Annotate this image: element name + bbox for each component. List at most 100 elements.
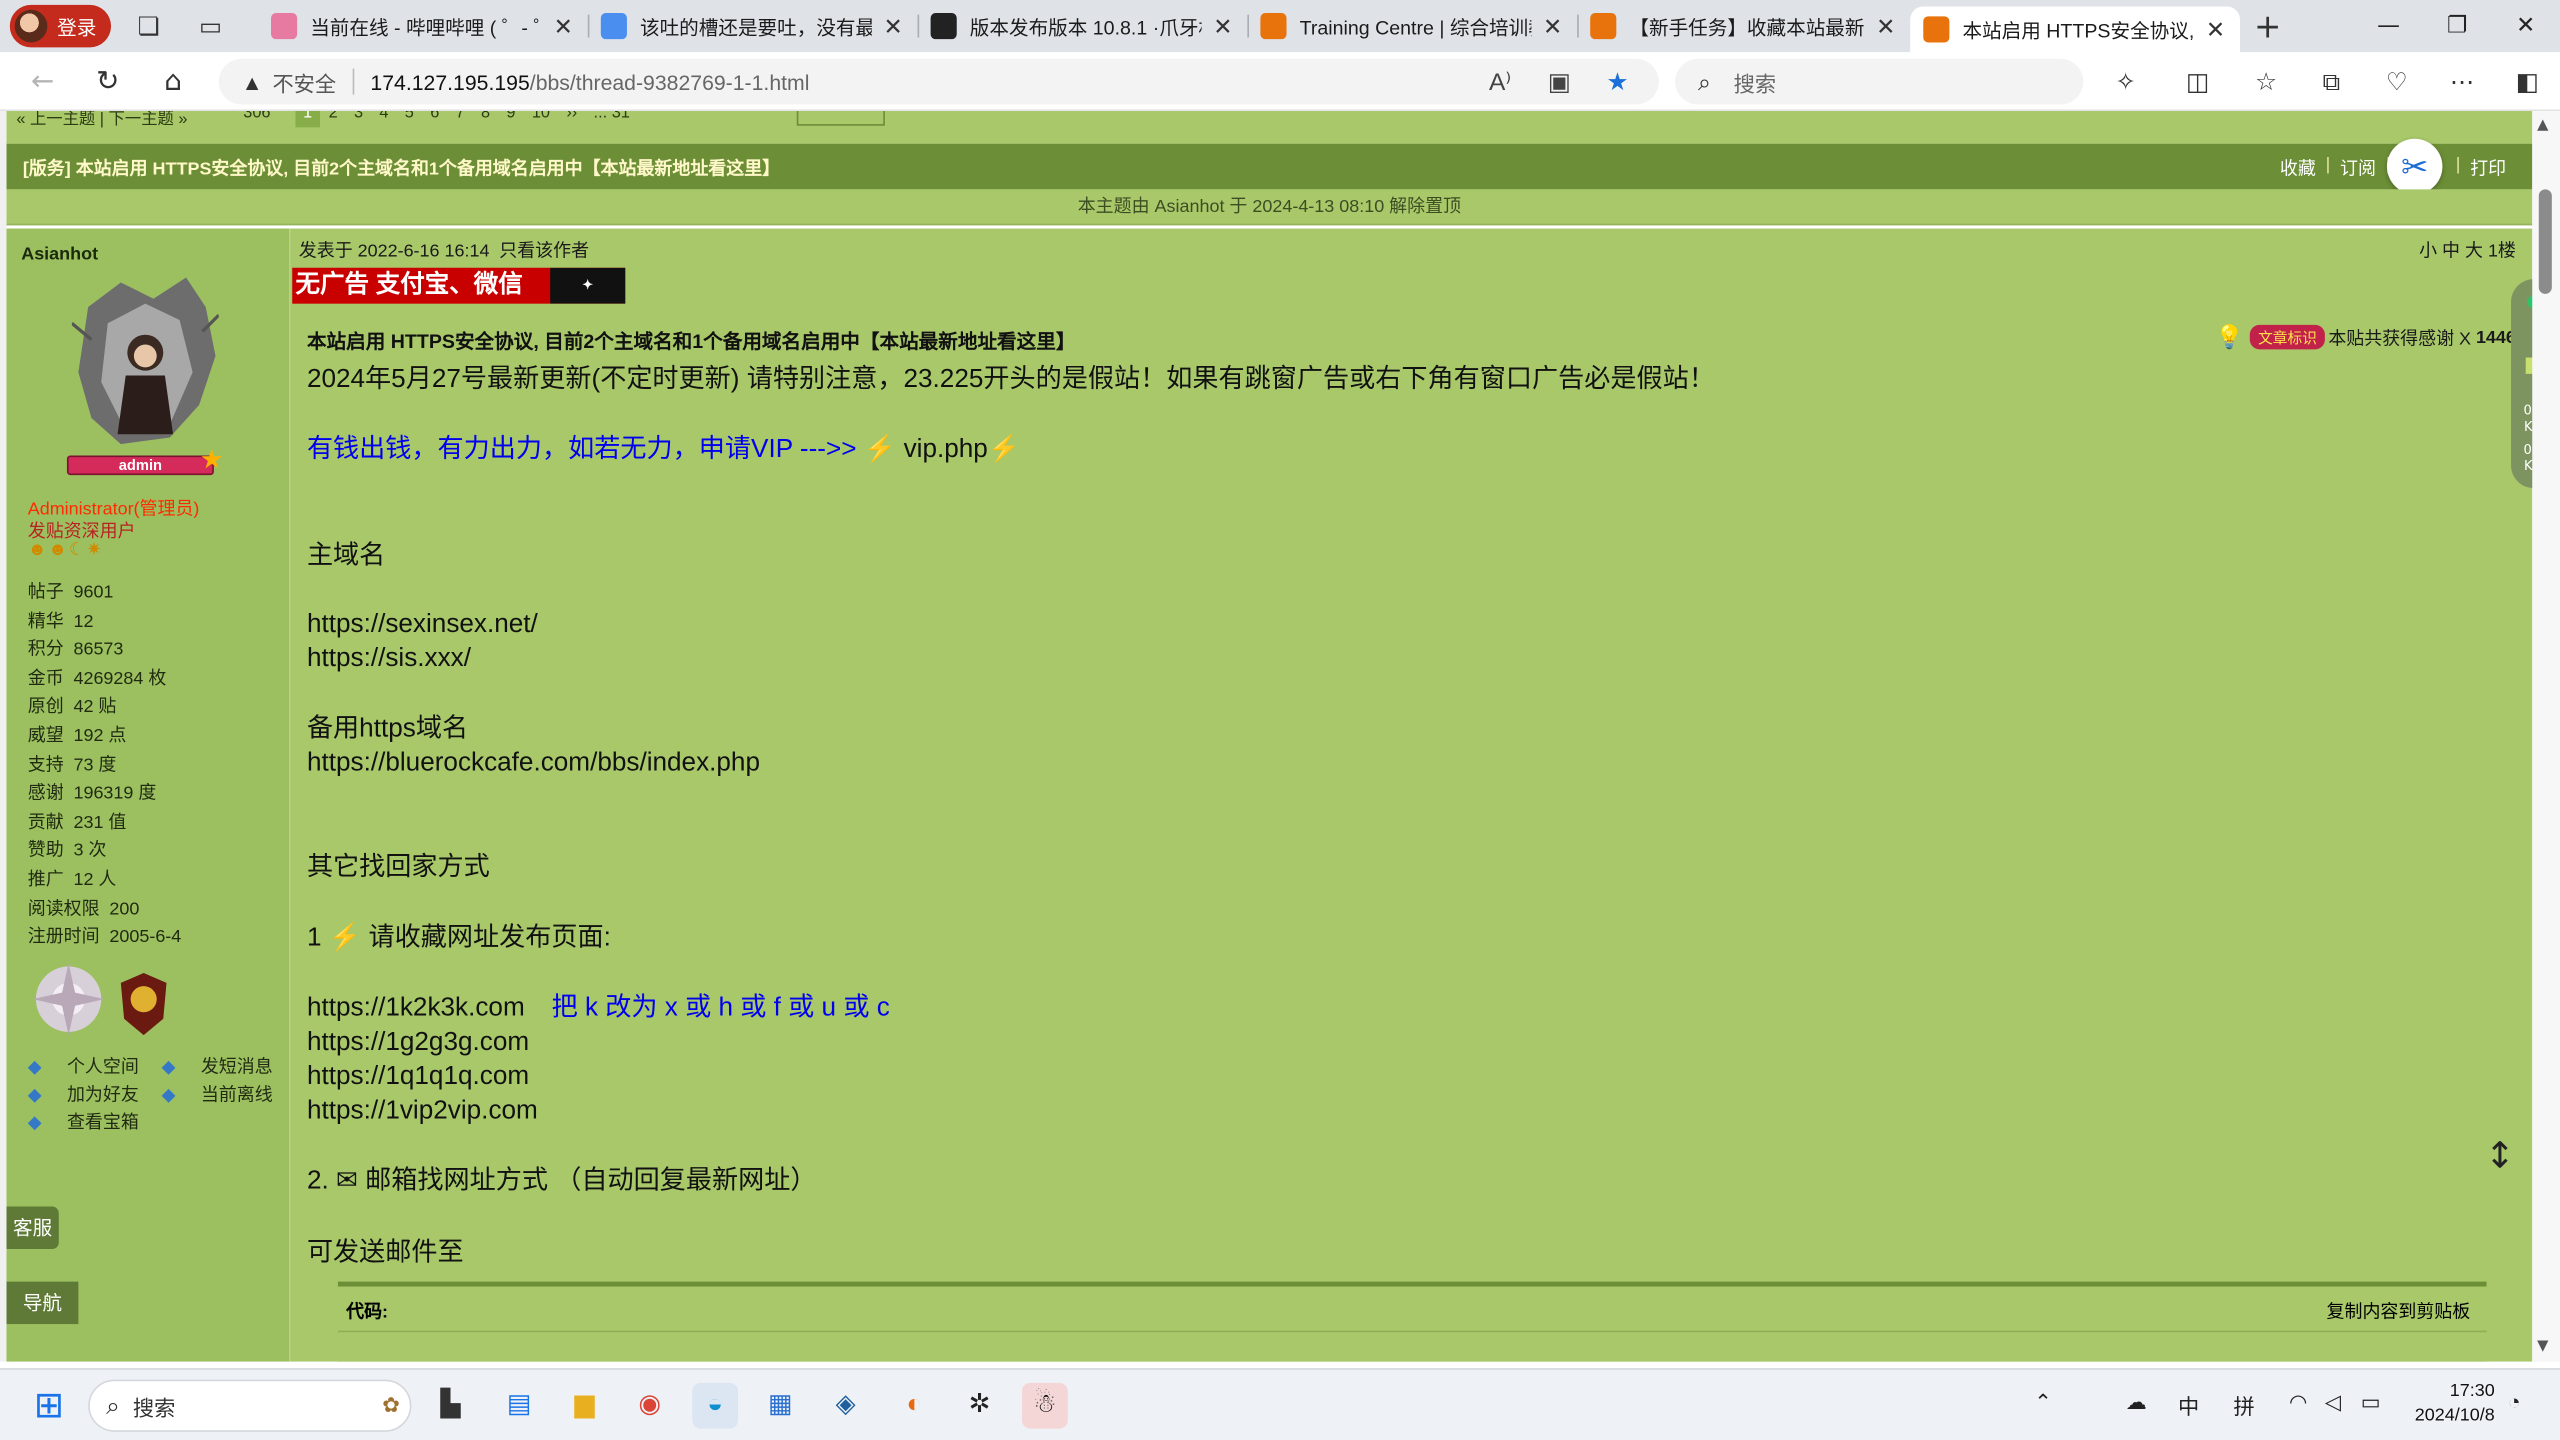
- scrollbar-thumb[interactable]: [2538, 189, 2552, 294]
- prev-next-thread-links[interactable]: « 上一主题 | 下一主题 »: [16, 111, 187, 129]
- refresh-button[interactable]: ↻: [91, 65, 124, 98]
- edge-icon[interactable]: ◒: [692, 1382, 738, 1429]
- warning-icon[interactable]: ▲: [242, 69, 263, 93]
- chrome-icon[interactable]: ◉: [627, 1383, 673, 1429]
- ad-banner[interactable]: 无广告 支付宝、微信 ✦: [292, 267, 626, 304]
- split-screen-icon[interactable]: ◫: [2181, 65, 2214, 98]
- ime-mode[interactable]: 中: [2178, 1389, 2199, 1420]
- release-page-4[interactable]: https://1vip2vip.com: [307, 1094, 538, 1128]
- page-link[interactable]: 10: [524, 111, 558, 127]
- profile-button[interactable]: 登录: [9, 4, 112, 48]
- scroll-down-arrow-icon[interactable]: ▼: [2537, 1339, 2548, 1355]
- favorite-star-icon[interactable]: ★: [1607, 67, 1629, 97]
- extensions-icon[interactable]: ✧: [2109, 65, 2142, 98]
- customer-service-button[interactable]: 客服: [6, 1206, 59, 1249]
- release-page-3[interactable]: https://1q1q1q.com: [307, 1060, 529, 1094]
- author-name[interactable]: Asianhot: [21, 245, 98, 265]
- release-page-1[interactable]: https://1k2k3k.com: [307, 994, 525, 1022]
- browser-tab[interactable]: 本站启用 HTTPS安全协议, 目前 ✕: [1910, 6, 2240, 53]
- browser-essentials-icon[interactable]: ♡: [2380, 65, 2413, 98]
- browser-tab[interactable]: 该吐的槽还是要吐，没有最烂 ✕: [588, 3, 920, 49]
- close-window-button[interactable]: ✕: [2488, 0, 2560, 52]
- collections-icon[interactable]: ⧉: [2315, 65, 2348, 98]
- home-icon[interactable]: ⌂: [157, 65, 190, 98]
- thread-action-subscribe[interactable]: 订阅: [2330, 155, 2386, 181]
- scroll-up-arrow-icon[interactable]: ▲: [2537, 118, 2548, 134]
- app-icon[interactable]: ✲: [957, 1383, 1003, 1429]
- page-link[interactable]: 6: [422, 111, 447, 127]
- page-link[interactable]: ››: [558, 111, 585, 127]
- page-link[interactable]: 5: [397, 111, 422, 127]
- page-link[interactable]: 7: [447, 111, 472, 127]
- page-link[interactable]: 4: [371, 111, 396, 127]
- notification-bell-icon[interactable]: ◔: [2508, 1389, 2521, 1413]
- page-jump-input[interactable]: [796, 111, 885, 126]
- read-aloud-icon[interactable]: A⁾: [1489, 67, 1511, 97]
- tab-close-icon[interactable]: ✕: [1541, 12, 1564, 40]
- browser-tab[interactable]: 版本发布版本 10.8.1 ·爪牙机器 ✕: [918, 3, 1249, 49]
- author-link[interactable]: 当前离线: [201, 1082, 273, 1110]
- only-author-link[interactable]: 只看该作者: [499, 242, 589, 262]
- ime-pinyin[interactable]: 拼: [2233, 1389, 2254, 1420]
- restore-button[interactable]: ❐: [2420, 0, 2495, 52]
- tab-close-icon[interactable]: ✕: [552, 12, 575, 40]
- sidebar-toggle-icon[interactable]: ◧: [2511, 65, 2544, 98]
- vip-text[interactable]: 有钱出钱，有力出力，如若无力，申请VIP --->>: [307, 436, 857, 464]
- workspaces-icon[interactable]: ❏: [134, 11, 163, 40]
- backup-domain[interactable]: https://bluerockcafe.com/bbs/index.php: [307, 746, 760, 780]
- battery-icon[interactable]: ▭: [2361, 1389, 2381, 1415]
- qq-icon[interactable]: ☃: [1022, 1382, 1068, 1429]
- app-icon[interactable]: ◈: [823, 1383, 869, 1429]
- copy-to-clipboard-link[interactable]: 复制内容到剪贴板: [2327, 1298, 2471, 1324]
- file-explorer-icon[interactable]: ▆: [562, 1383, 608, 1429]
- author-link[interactable]: 查看宝箱: [67, 1110, 162, 1138]
- web-search-box[interactable]: ⌕ 搜索: [1675, 58, 2084, 105]
- weather-icon[interactable]: ☁: [2126, 1389, 2147, 1415]
- tab-actions-icon[interactable]: ▭: [196, 11, 225, 40]
- font-size-and-floor[interactable]: 小 中 大 1楼: [2419, 237, 2516, 263]
- taskbar-clock[interactable]: 17:30 2024/10/8: [2400, 1380, 2495, 1429]
- tab-close-icon[interactable]: ✕: [1874, 12, 1897, 40]
- author-avatar[interactable]: [71, 274, 219, 450]
- widgets-icon[interactable]: ▤: [496, 1383, 542, 1429]
- wifi-icon[interactable]: ◠: [2289, 1389, 2308, 1415]
- page-link[interactable]: ... 31: [585, 111, 638, 127]
- store-icon[interactable]: ▦: [758, 1383, 804, 1429]
- tab-close-icon[interactable]: ✕: [2204, 16, 2227, 44]
- vertical-scrollbar[interactable]: ▲ ▼: [2532, 111, 2560, 1362]
- page-link[interactable]: 2: [320, 111, 345, 127]
- favorites-icon[interactable]: ☆: [2250, 65, 2283, 98]
- navigation-button[interactable]: 导航: [6, 1281, 79, 1325]
- more-menu-icon[interactable]: ⋯: [2446, 65, 2479, 98]
- tab-close-icon[interactable]: ✕: [1211, 12, 1234, 40]
- thread-action-print[interactable]: 打印: [2460, 155, 2516, 181]
- start-windows-icon[interactable]: ⊞: [26, 1383, 72, 1429]
- new-tab-button[interactable]: +: [2253, 10, 2282, 43]
- release-page-2[interactable]: https://1g2g3g.com: [307, 1025, 529, 1059]
- back-button[interactable]: ←: [26, 65, 59, 98]
- screenshot-scissors-icon[interactable]: ✂: [2386, 138, 2443, 195]
- page-link[interactable]: 8: [473, 111, 498, 127]
- browser-tab[interactable]: 【新手任务】收藏本站最新地址 ✕: [1577, 3, 1910, 49]
- page-link[interactable]: 9: [498, 111, 523, 127]
- task-view-icon[interactable]: ▙: [428, 1383, 474, 1429]
- page-link[interactable]: 3: [346, 111, 371, 127]
- volume-icon[interactable]: ◁: [2325, 1389, 2341, 1415]
- scroll-top-bottom-icon[interactable]: ↕: [2485, 1139, 2515, 1176]
- vip-link[interactable]: vip.php: [904, 436, 988, 464]
- tab-close-icon[interactable]: ✕: [882, 12, 905, 40]
- author-link[interactable]: 加为好友: [67, 1082, 162, 1110]
- insecure-label[interactable]: 不安全: [272, 66, 336, 97]
- app-icon[interactable]: ◐: [891, 1383, 937, 1429]
- browser-tab[interactable]: 当前在线 - 哔哩哔哩 ( ゜- ゜)つ ✕: [258, 3, 590, 49]
- thread-action-favorite[interactable]: 收藏: [2270, 155, 2326, 181]
- address-bar[interactable]: ▲ 不安全 174.127.195.195/bbs/thread-9382769…: [218, 58, 1659, 105]
- page-link[interactable]: 306: [235, 111, 279, 127]
- browser-tab[interactable]: Training Centre | 综合培训教学 ✕: [1247, 3, 1579, 49]
- immersive-reader-icon[interactable]: ▣: [1548, 67, 1571, 97]
- taskbar-search[interactable]: ⌕ 搜索 ✿: [88, 1379, 412, 1432]
- main-domain-1[interactable]: https://sexinsex.net/: [307, 607, 538, 641]
- main-domain-2[interactable]: https://sis.xxx/: [307, 642, 471, 676]
- page-link[interactable]: 1: [294, 111, 321, 128]
- author-link[interactable]: 发短消息: [201, 1055, 273, 1083]
